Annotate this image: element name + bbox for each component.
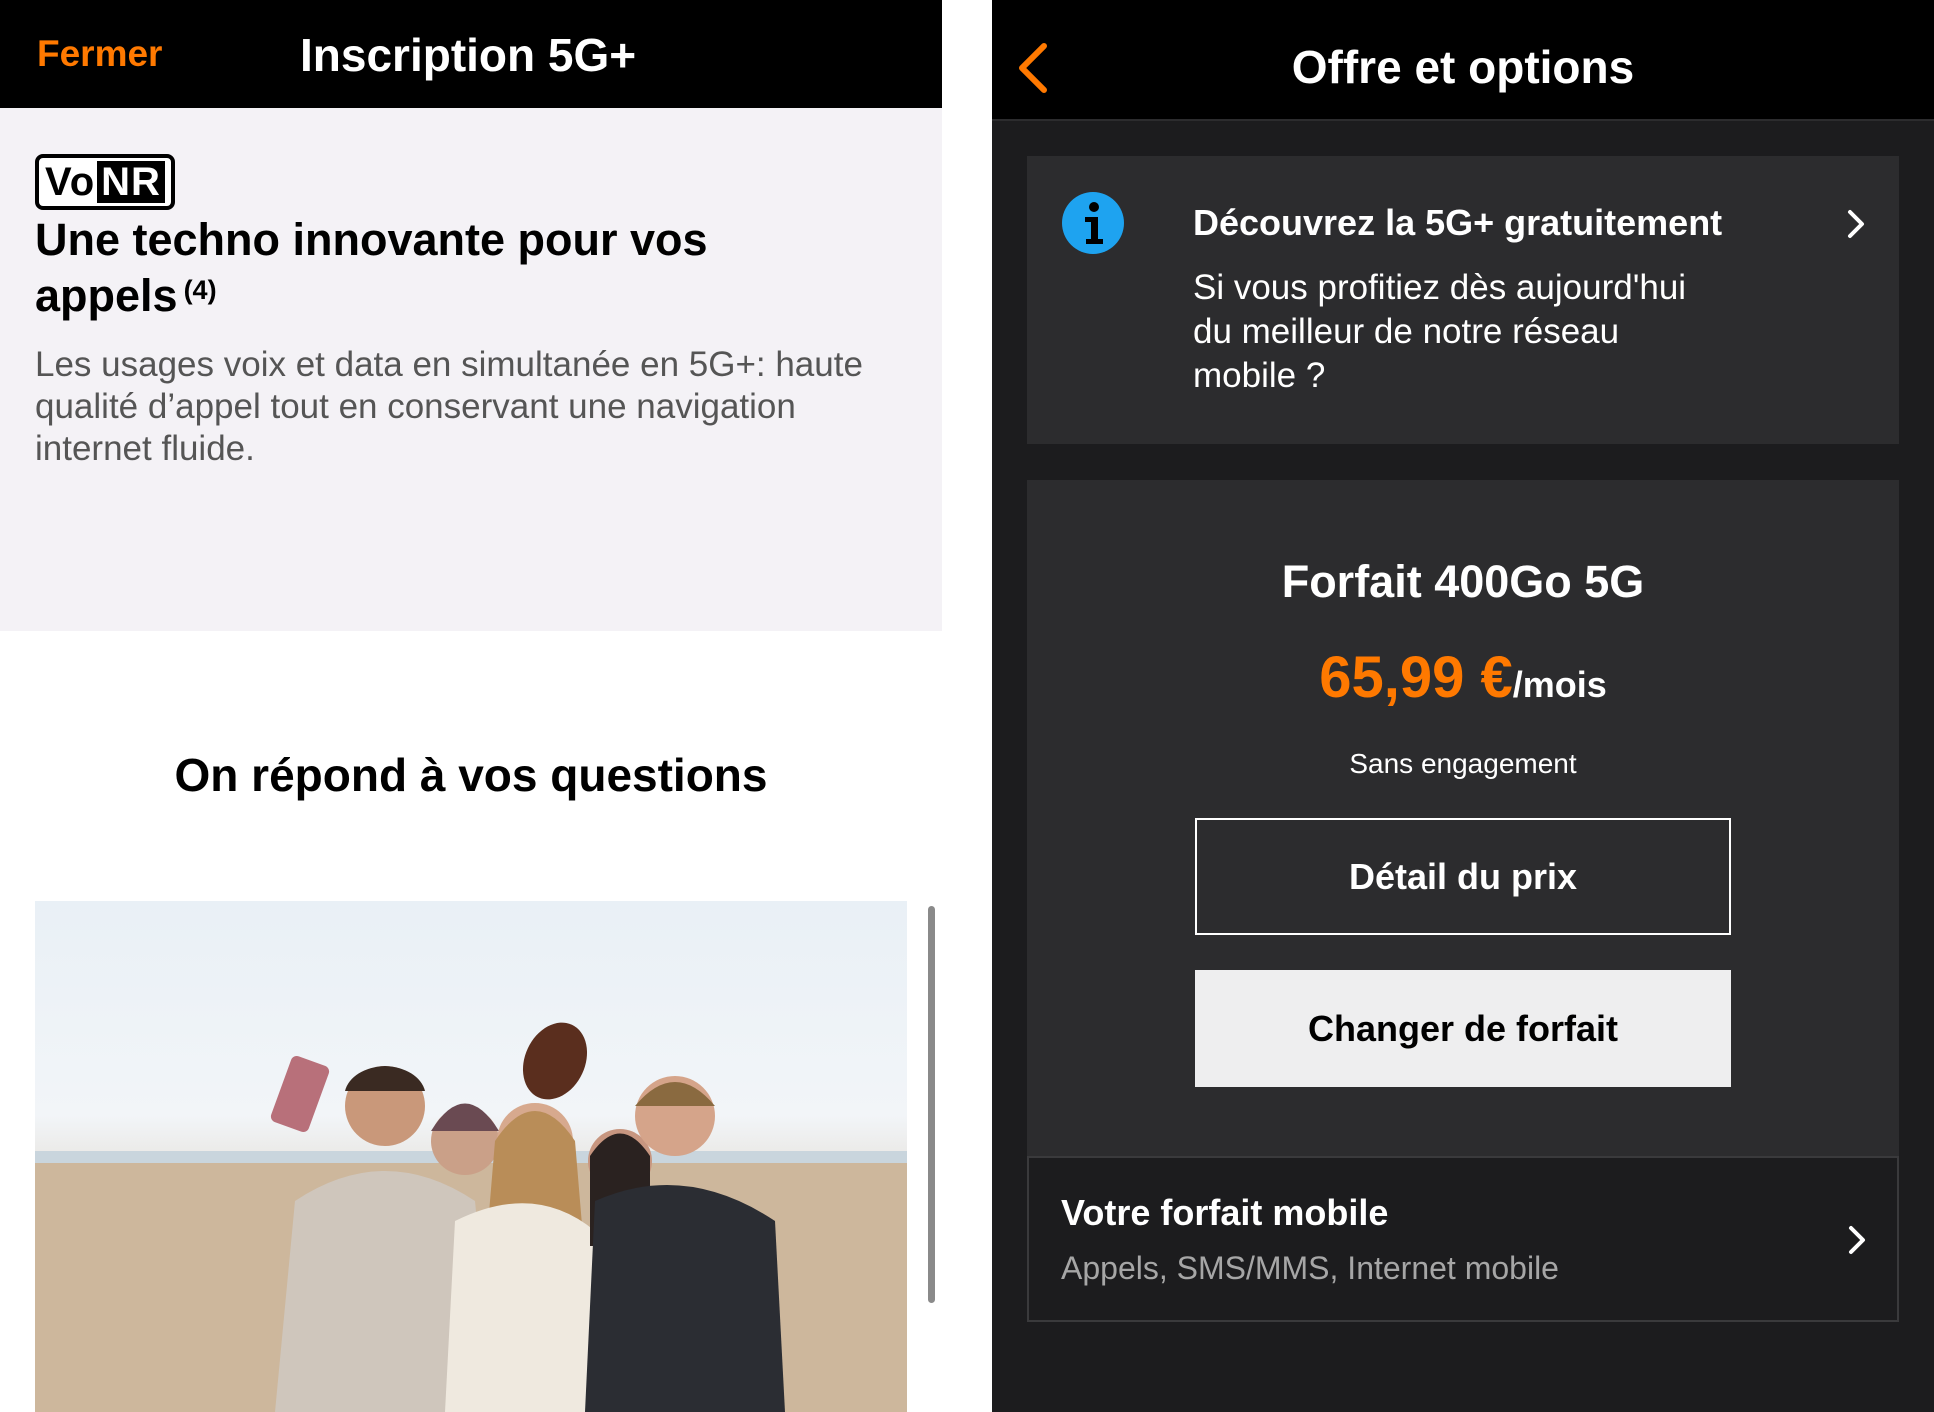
close-button[interactable]: Fermer: [37, 33, 162, 75]
footnote-ref[interactable]: (4): [184, 275, 217, 305]
plan-name: Forfait 400Go 5G: [1281, 556, 1645, 607]
info-icon: [1062, 192, 1124, 254]
vonr-feature-section: Vo NR Une techno innovante pour vos appe…: [0, 108, 942, 631]
friends-selfie-photo: [35, 901, 907, 1412]
promo-text: Si vous profitiez dès aujourd'hui du mei…: [1193, 268, 1687, 395]
chevron-right-icon: [1849, 1226, 1865, 1254]
mobile-plan-title: Votre forfait mobile: [1061, 1192, 1389, 1233]
change-plan-button[interactable]: Changer de forfait: [1195, 970, 1731, 1087]
price-row: 65,99 €/mois: [1027, 644, 1899, 711]
feature-description: Les usages voix et data en simultanée en…: [35, 345, 863, 468]
right-header-bar: Offre et options: [992, 0, 1934, 121]
commitment-label: Sans engagement: [1349, 748, 1577, 779]
feature-title-text: Une techno innovante pour vos appels: [35, 214, 708, 321]
mobile-plan-subtitle: Appels, SMS/MMS, Internet mobile: [1061, 1250, 1559, 1286]
scrollbar[interactable]: [928, 906, 935, 1303]
price-detail-button[interactable]: Détail du prix: [1195, 818, 1731, 935]
vonr-badge-nr: NR: [97, 160, 165, 204]
vonr-badge-vo: Vo: [45, 159, 96, 204]
left-header-bar: Fermer Inscription 5G+: [0, 0, 942, 108]
mobile-plan-row[interactable]: Votre forfait mobile Appels, SMS/MMS, In…: [1027, 1156, 1899, 1322]
promo-card-5g[interactable]: Découvrez la 5G+ gratuitement Si vous pr…: [1027, 156, 1899, 444]
vonr-badge: Vo NR: [35, 154, 175, 210]
chevron-right-icon: [1848, 210, 1864, 238]
page-title: Offre et options: [1291, 41, 1635, 93]
plan-price: 65,99 €: [1319, 645, 1513, 710]
photo-illustration: [35, 1022, 907, 1412]
promo-title: Découvrez la 5G+ gratuitement: [1193, 202, 1723, 243]
screen-divider: [942, 0, 992, 1412]
inscription-5g-screen: Fermer Inscription 5G+ Vo NR Une techno …: [0, 0, 942, 1412]
offer-options-screen: Offre et options Découvrez la 5G+ gratui…: [992, 0, 1934, 1412]
faq-section-title: On répond à vos questions: [174, 749, 768, 801]
page-title: Inscription 5G+: [300, 29, 637, 81]
feature-title: Une techno innovante pour vos appels (4): [35, 212, 895, 324]
plan-card: Forfait 400Go 5G 65,99 €/mois Sans engag…: [1027, 480, 1899, 1322]
price-period: /mois: [1512, 664, 1607, 705]
